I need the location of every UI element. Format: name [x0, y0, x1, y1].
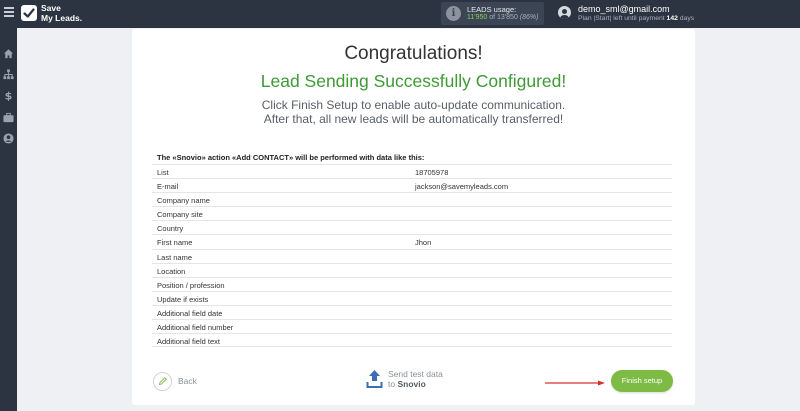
top-bar: Save My Leads. i LEADS usage: 11'950 of … — [0, 0, 800, 28]
usage-label: LEADS usage: — [467, 5, 517, 14]
svg-text:$: $ — [5, 90, 13, 101]
user-avatar-icon[interactable] — [558, 6, 571, 19]
field-name: First name — [157, 238, 193, 248]
field-value: Jhon — [415, 238, 432, 248]
briefcase-icon[interactable] — [3, 112, 14, 123]
field-name: Company site — [157, 210, 203, 220]
info-icon: i — [446, 6, 461, 21]
send-test-label[interactable]: Send test data to Snovio — [388, 369, 443, 389]
field-name: Additional field text — [157, 337, 220, 347]
table-row: First name Jhon — [152, 234, 672, 248]
field-value: jackson@savemyleads.com — [415, 182, 509, 192]
sitemap-icon[interactable] — [3, 69, 14, 80]
table-row: Last name — [152, 248, 672, 263]
field-name: E-mail — [157, 182, 179, 192]
main-card: Congratulations! Lead Sending Successful… — [132, 29, 695, 405]
arrow-icon — [545, 380, 605, 386]
table-row: Additional field number — [152, 319, 672, 333]
table-row: Location — [152, 262, 672, 277]
back-label[interactable]: Back — [178, 376, 197, 386]
data-table: List 18705978 E-mail jackson@savemyleads.co… — [152, 164, 672, 348]
usage-value: 11'950 of 13'850 (86%) — [467, 14, 539, 21]
table-row: Update if exists — [152, 290, 672, 305]
field-name: Update if exists — [157, 294, 209, 304]
user-circle-icon[interactable] — [3, 133, 14, 144]
field-value: 18705978 — [415, 168, 449, 177]
pencil-icon[interactable] — [153, 371, 172, 391]
table-row: Company name — [152, 192, 672, 206]
table-header: The «Snovio» action «Add CONTACT» will b… — [157, 153, 425, 162]
page-title: Congratulations! — [344, 43, 483, 64]
field-name: Position / profession — [157, 280, 225, 290]
menu-icon[interactable] — [4, 7, 14, 17]
user-email[interactable]: demo_sml@gmail.com — [578, 4, 670, 14]
table-row: Company site — [152, 206, 672, 220]
success-message: Lead Sending Successfully Configured! — [260, 71, 567, 91]
table-row: List 18705978 — [152, 164, 672, 178]
table-row: Additional field date — [152, 304, 672, 319]
upload-icon — [366, 370, 383, 388]
dollar-icon[interactable]: $ — [3, 90, 14, 101]
leads-usage-widget[interactable]: i LEADS usage: 11'950 of 13'850 (86%) — [441, 2, 544, 25]
hint-text: Click Finish Setup to enable auto-update… — [261, 98, 566, 126]
table-row: E-mail jackson@savemyleads.com — [152, 178, 672, 192]
field-name: List — [157, 168, 169, 177]
table-row: Additional field text — [152, 333, 672, 348]
field-name: Last name — [157, 252, 193, 262]
send-test-data-button[interactable]: Send test data to Snovio — [366, 369, 443, 389]
logo-icon[interactable] — [21, 5, 37, 21]
field-name: Additional field date — [157, 308, 223, 318]
back-button[interactable]: Back — [153, 371, 197, 391]
field-name: Company name — [157, 196, 210, 206]
sidebar: $ — [0, 28, 17, 411]
table-row: Position / profession — [152, 276, 672, 291]
field-name: Country — [157, 224, 184, 234]
finish-setup-button[interactable]: Finish setup — [611, 370, 673, 392]
plan-info: Plan |Start| left until payment 142 days — [578, 15, 695, 22]
home-icon[interactable] — [3, 48, 14, 59]
field-name: Location — [157, 266, 186, 276]
logo-text[interactable]: Save My Leads. — [41, 3, 82, 23]
field-name: Additional field number — [157, 323, 234, 333]
table-row: Country — [152, 220, 672, 234]
